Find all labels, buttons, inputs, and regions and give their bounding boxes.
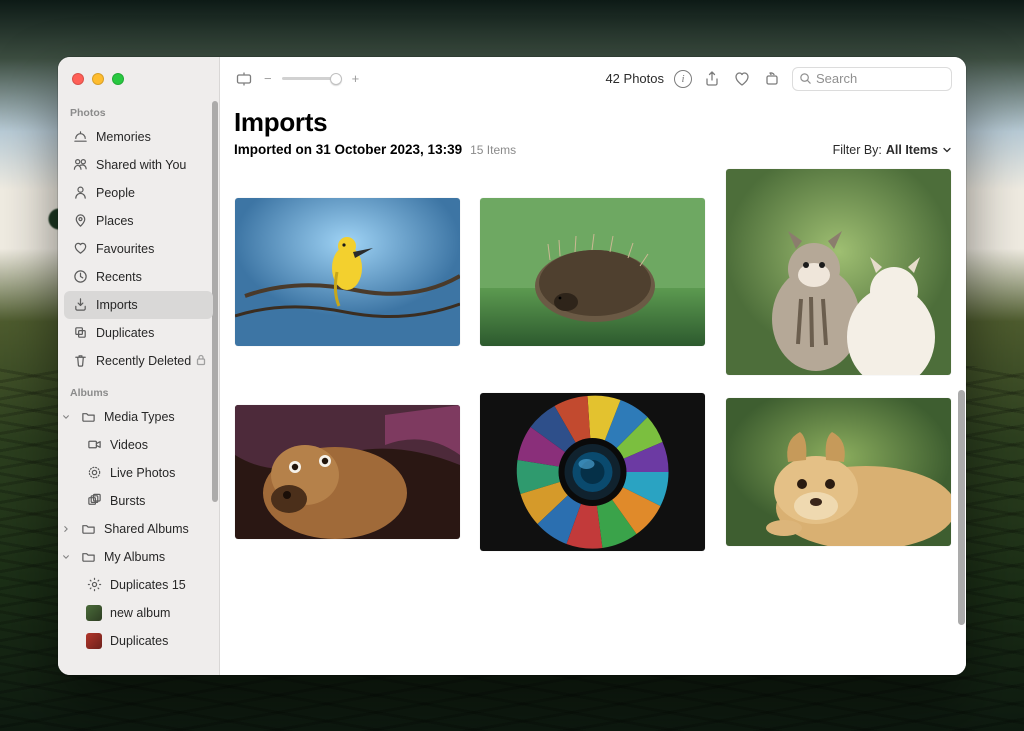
sidebar-item-label: Places <box>96 214 207 228</box>
sidebar-item-label: new album <box>110 606 207 620</box>
import-date: Imported on 31 October 2023, 13:39 <box>234 142 462 157</box>
sidebar-item-label: Recents <box>96 270 207 284</box>
filter-label: Filter By: <box>833 143 882 157</box>
photo-count-label: 42 Photos <box>605 71 664 86</box>
sidebar-item-bursts[interactable]: Bursts <box>78 487 213 515</box>
sidebar-item-album-duplicates15[interactable]: Duplicates 15 <box>78 571 213 599</box>
sidebar-item-label: Bursts <box>110 494 207 508</box>
shared-icon <box>72 157 88 173</box>
photo-thumb[interactable] <box>726 169 951 375</box>
sidebar-item-memories[interactable]: Memories <box>64 123 213 151</box>
chevron-down-icon <box>942 145 952 155</box>
content-area: Imports Imported on 31 October 2023, 13:… <box>220 101 966 675</box>
sidebar-scroll: Photos Memories Shared with You People P… <box>58 101 219 675</box>
zoom-window-button[interactable] <box>112 73 124 85</box>
chevron-down-icon[interactable] <box>60 411 72 423</box>
folder-icon <box>80 549 96 565</box>
sidebar-item-videos[interactable]: Videos <box>78 431 213 459</box>
photo-thumb[interactable] <box>480 198 705 346</box>
minimize-window-button[interactable] <box>92 73 104 85</box>
heart-icon <box>72 241 88 257</box>
sidebar-item-label: Duplicates <box>96 326 207 340</box>
window-titlebar <box>58 57 219 101</box>
duplicates-icon <box>72 325 88 341</box>
photo-thumb[interactable] <box>235 198 460 346</box>
video-icon <box>86 437 102 453</box>
sidebar-item-album-new[interactable]: new album <box>78 599 213 627</box>
zoom-slider[interactable] <box>282 77 342 80</box>
sidebar: Photos Memories Shared with You People P… <box>58 57 220 675</box>
clock-icon <box>72 269 88 285</box>
sidebar-item-label: Media Types <box>104 410 207 424</box>
memories-icon <box>72 129 88 145</box>
favourite-icon[interactable] <box>732 69 752 89</box>
sidebar-item-duplicates[interactable]: Duplicates <box>64 319 213 347</box>
live-photos-icon <box>86 465 102 481</box>
page-title: Imports <box>234 101 952 142</box>
import-count: 15 Items <box>470 143 516 157</box>
sidebar-item-label: My Albums <box>104 550 207 564</box>
album-thumb-icon <box>86 633 102 649</box>
sidebar-item-my-albums[interactable]: My Albums <box>72 543 213 571</box>
sidebar-item-shared-with-you[interactable]: Shared with You <box>64 151 213 179</box>
gear-icon <box>86 577 102 593</box>
sidebar-item-label: Duplicates 15 <box>110 578 207 592</box>
photo-thumb[interactable] <box>480 393 705 551</box>
sidebar-item-people[interactable]: People <box>64 179 213 207</box>
sidebar-item-label: People <box>96 186 207 200</box>
sidebar-item-label: Videos <box>110 438 207 452</box>
section-header-photos: Photos <box>58 103 219 123</box>
photo-thumb[interactable] <box>726 398 951 546</box>
sidebar-item-live-photos[interactable]: Live Photos <box>78 459 213 487</box>
places-icon <box>72 213 88 229</box>
share-icon[interactable] <box>702 69 722 89</box>
chevron-right-icon[interactable] <box>60 523 72 535</box>
sidebar-item-label: Duplicates <box>110 634 207 648</box>
sidebar-item-album-duplicates[interactable]: Duplicates <box>78 627 213 655</box>
filter-value: All Items <box>886 143 938 157</box>
app-window: Photos Memories Shared with You People P… <box>58 57 966 675</box>
section-header-albums: Albums <box>58 383 219 403</box>
sidebar-item-label: Imports <box>96 298 207 312</box>
main-panel: − + 42 Photos i Search Imports Imported … <box>220 57 966 675</box>
bursts-icon <box>86 493 102 509</box>
sidebar-item-media-types[interactable]: Media Types <box>72 403 213 431</box>
main-scrollbar[interactable] <box>958 390 965 625</box>
sidebar-item-label: Favourites <box>96 242 207 256</box>
aspect-icon[interactable] <box>234 69 254 89</box>
trash-icon <box>72 353 88 369</box>
sidebar-item-imports[interactable]: Imports <box>64 291 213 319</box>
album-thumb-icon <box>86 605 102 621</box>
photo-grid <box>234 169 952 551</box>
close-window-button[interactable] <box>72 73 84 85</box>
sidebar-item-shared-albums[interactable]: Shared Albums <box>72 515 213 543</box>
sidebar-item-favourites[interactable]: Favourites <box>64 235 213 263</box>
sidebar-item-places[interactable]: Places <box>64 207 213 235</box>
sidebar-item-label: Live Photos <box>110 466 207 480</box>
chevron-down-icon[interactable] <box>60 551 72 563</box>
toolbar: − + 42 Photos i Search <box>220 57 966 101</box>
sidebar-item-label: Memories <box>96 130 207 144</box>
sidebar-item-recently-deleted[interactable]: Recently Deleted <box>64 347 213 375</box>
filter-by-menu[interactable]: Filter By: All Items <box>833 143 952 157</box>
photo-thumb[interactable] <box>235 405 460 539</box>
info-icon[interactable]: i <box>674 70 692 88</box>
rotate-icon[interactable] <box>762 69 782 89</box>
people-icon <box>72 185 88 201</box>
import-icon <box>72 297 88 313</box>
folder-icon <box>80 409 96 425</box>
sidebar-item-label: Shared Albums <box>104 522 207 536</box>
zoom-out-button[interactable]: − <box>264 71 272 86</box>
search-input[interactable]: Search <box>792 67 952 91</box>
search-icon <box>799 72 812 85</box>
lock-icon <box>195 354 207 366</box>
sidebar-item-label: Shared with You <box>96 158 207 172</box>
search-placeholder: Search <box>816 71 857 86</box>
folder-icon <box>80 521 96 537</box>
sidebar-item-label: Recently Deleted <box>96 354 207 368</box>
zoom-in-button[interactable]: + <box>352 71 360 86</box>
sidebar-item-recents[interactable]: Recents <box>64 263 213 291</box>
